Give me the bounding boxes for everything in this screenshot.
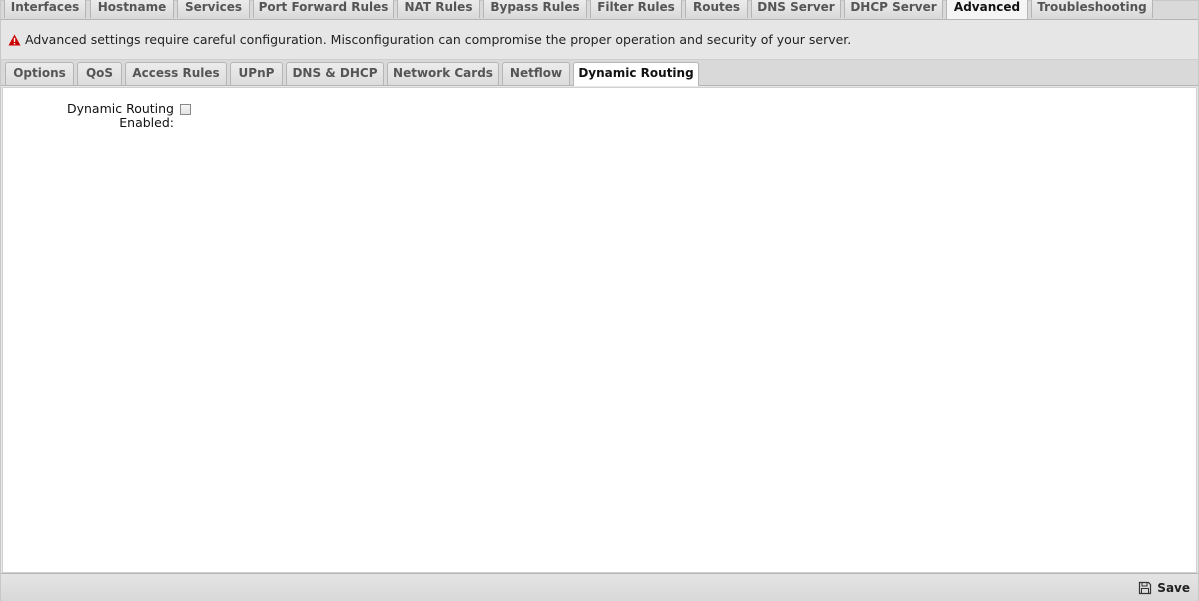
- tab-hostname[interactable]: Hostname: [90, 0, 174, 18]
- save-label: Save: [1157, 581, 1190, 595]
- tab-advanced[interactable]: Advanced: [946, 0, 1028, 19]
- dynamic-routing-enabled-label: Dynamic Routing Enabled:: [66, 101, 174, 130]
- tab-netflow[interactable]: Netflow: [502, 62, 570, 85]
- warning-triangle-icon: [8, 34, 21, 46]
- tab-routes[interactable]: Routes: [685, 0, 748, 18]
- sub-tab-bar: Options QoS Access Rules UPnP DNS & DHCP…: [1, 60, 1198, 86]
- warning-banner: Advanced settings require careful config…: [1, 20, 1198, 60]
- warning-text: Advanced settings require careful config…: [25, 32, 852, 47]
- tab-dhcp-server[interactable]: DHCP Server: [844, 0, 943, 18]
- tab-dns-dhcp[interactable]: DNS & DHCP: [286, 62, 384, 85]
- tab-upnp[interactable]: UPnP: [230, 62, 283, 85]
- tab-dns-server[interactable]: DNS Server: [751, 0, 841, 18]
- tab-troubleshooting[interactable]: Troubleshooting: [1031, 0, 1153, 18]
- tab-port-forward-rules[interactable]: Port Forward Rules: [253, 0, 394, 18]
- tab-qos[interactable]: QoS: [77, 62, 122, 85]
- tab-nat-rules[interactable]: NAT Rules: [397, 0, 480, 18]
- tab-interfaces[interactable]: Interfaces: [4, 0, 86, 18]
- tab-services[interactable]: Services: [177, 0, 250, 18]
- footer-bar: Save: [1, 573, 1198, 601]
- app-window: Interfaces Hostname Services Port Forwar…: [0, 0, 1199, 601]
- tab-network-cards[interactable]: Network Cards: [387, 62, 499, 85]
- tab-bypass-rules[interactable]: Bypass Rules: [483, 0, 587, 18]
- top-tab-bar: Interfaces Hostname Services Port Forwar…: [1, 0, 1198, 20]
- tab-dynamic-routing[interactable]: Dynamic Routing: [573, 62, 699, 86]
- tab-access-rules[interactable]: Access Rules: [125, 62, 227, 85]
- tab-options[interactable]: Options: [5, 62, 74, 85]
- save-button[interactable]: Save: [1138, 580, 1190, 596]
- dynamic-routing-panel: Dynamic Routing Enabled:: [2, 87, 1197, 573]
- tab-filter-rules[interactable]: Filter Rules: [590, 0, 682, 18]
- dynamic-routing-enabled-checkbox[interactable]: [180, 104, 191, 115]
- floppy-disk-icon: [1139, 581, 1152, 595]
